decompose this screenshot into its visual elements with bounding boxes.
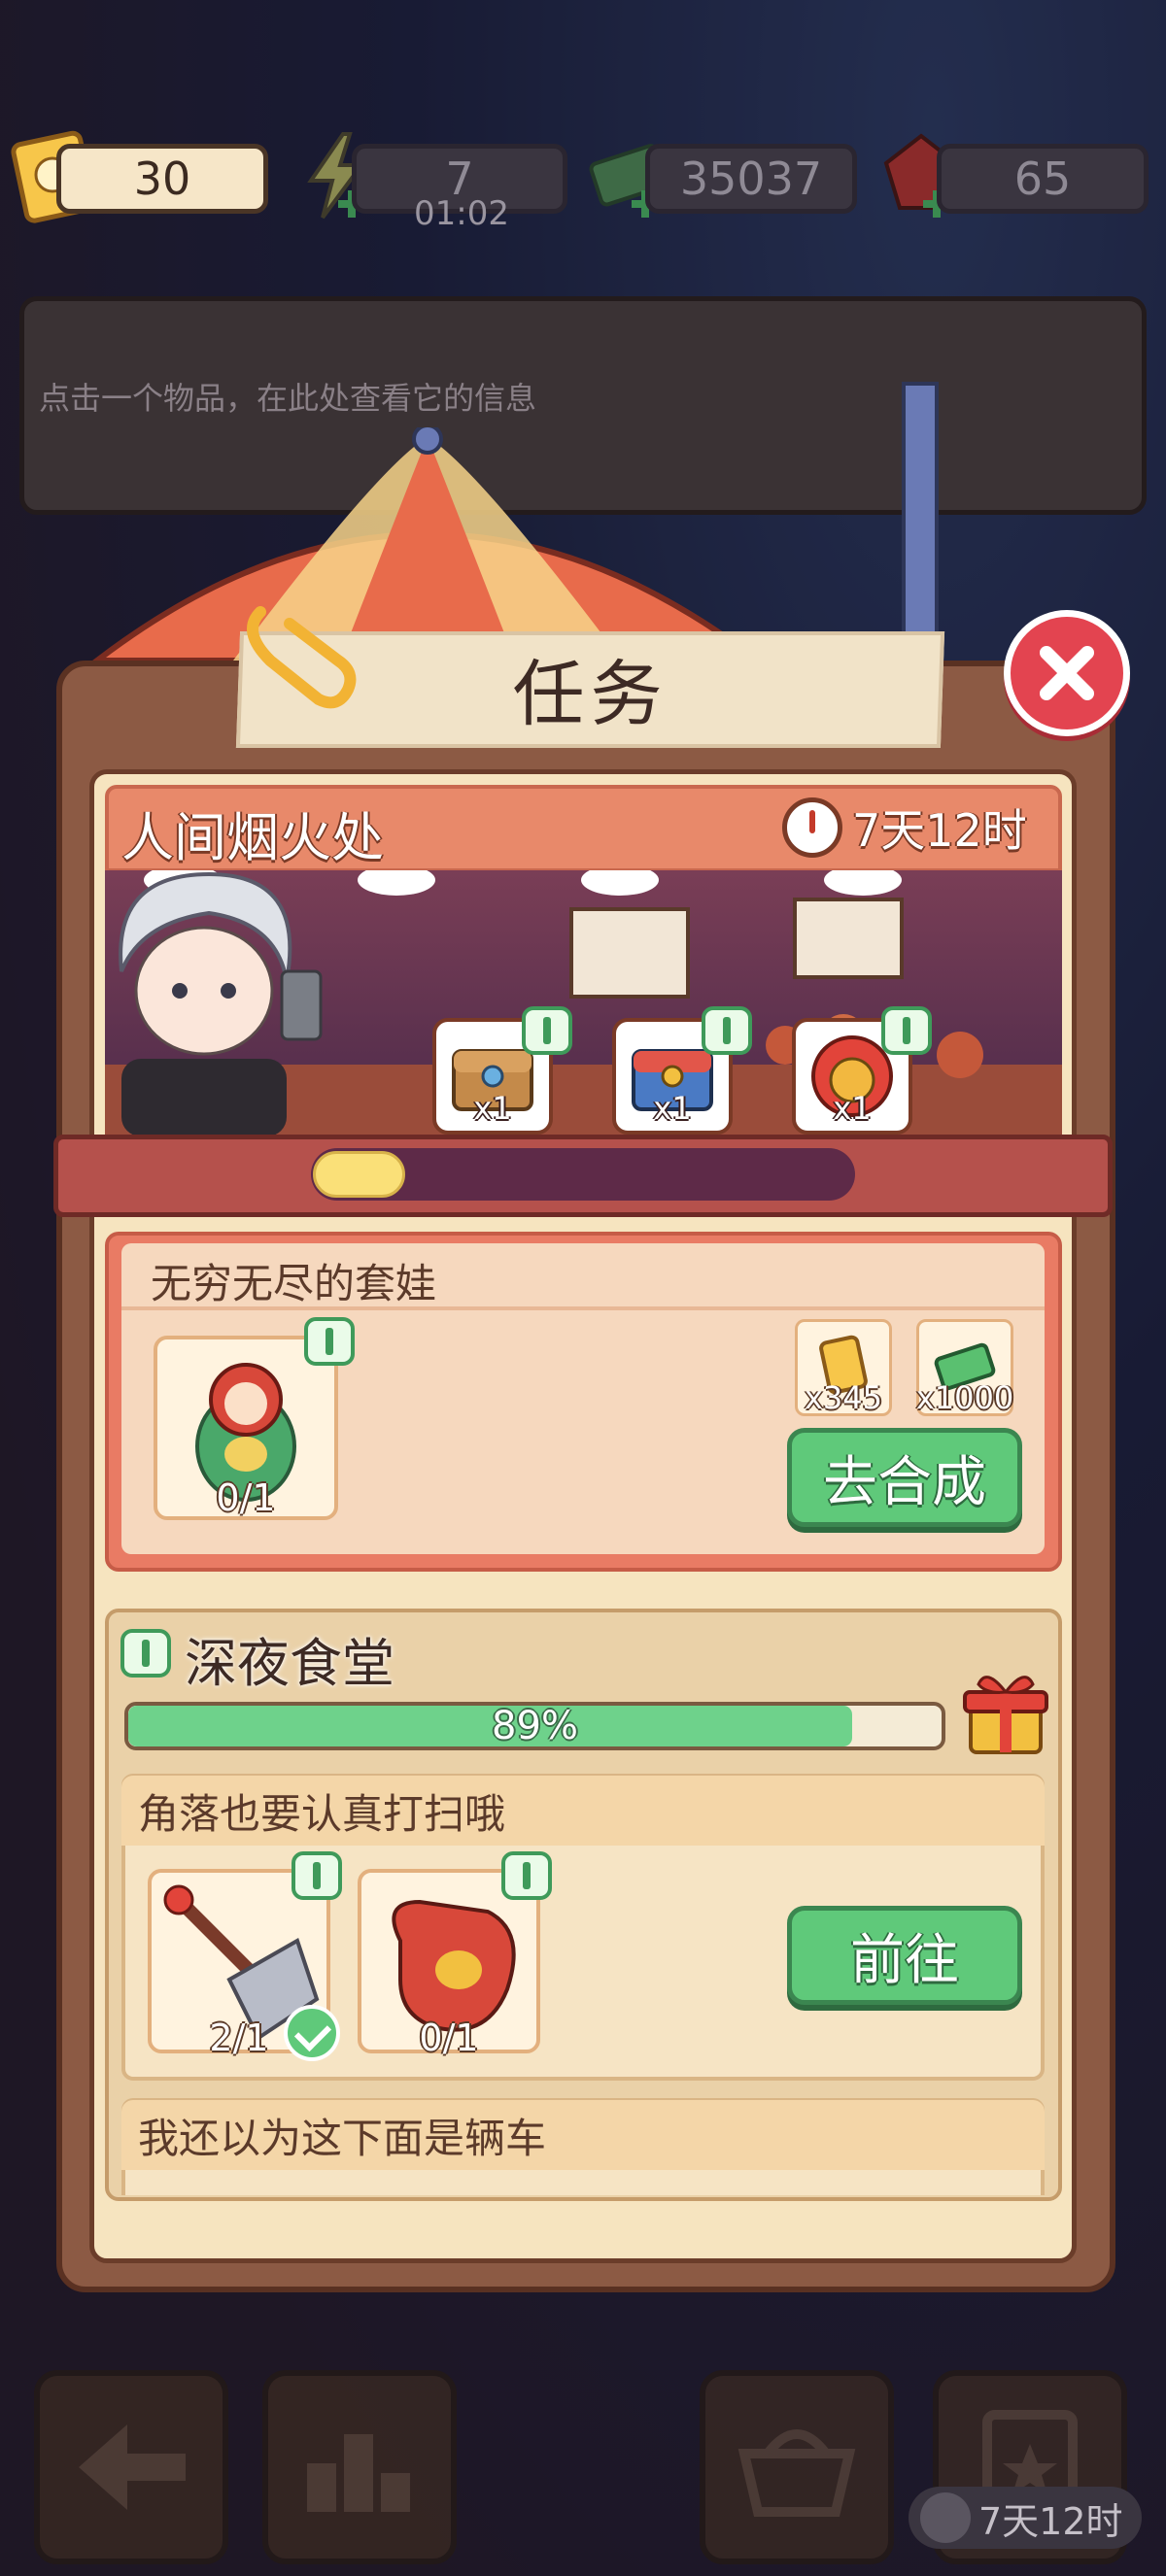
subtask-title: 我还以为这下面是辆车	[138, 2115, 547, 2162]
back-button[interactable]	[34, 2370, 228, 2564]
chef-hat-icon	[920, 2492, 971, 2543]
gems-counter: 65	[937, 144, 1149, 214]
ranking-icon	[307, 2434, 410, 2512]
utility-pole-decoration	[902, 382, 939, 665]
task-item-count: 0/1	[216, 1476, 276, 1519]
item-info-text: 点击一个物品，在此处查看它的信息	[39, 380, 537, 417]
close-button[interactable]	[1004, 610, 1130, 736]
cash-counter: 35037	[645, 144, 857, 214]
craft-button[interactable]: 去合成	[787, 1428, 1022, 1527]
tickets-counter: 30	[56, 144, 268, 214]
subtask-title: 角落也要认真打扫哦	[138, 1790, 506, 1838]
event-progress-fill	[313, 1151, 405, 1198]
task-title: 无穷无尽的套娃	[151, 1260, 437, 1307]
bottom-event-timer: 7天12时	[909, 2487, 1142, 2549]
info-icon[interactable]	[522, 1006, 572, 1055]
energy-timer: 01:02	[414, 194, 509, 233]
task-item-count: 0/1	[419, 2017, 479, 2059]
chef-character-image	[119, 871, 323, 1136]
event-reward-1-qty: x1	[473, 1090, 512, 1127]
tickets-value: 30	[133, 153, 191, 205]
info-icon[interactable]	[120, 1629, 171, 1678]
bottom-timer-text: 7天12时	[978, 2499, 1123, 2543]
event-reward-3-qty: x1	[833, 1090, 872, 1127]
check-icon	[284, 2005, 340, 2061]
info-icon[interactable]	[501, 1851, 552, 1900]
info-icon[interactable]	[292, 1851, 342, 1900]
basket-icon	[737, 2429, 856, 2517]
back-arrow-icon	[79, 2424, 186, 2510]
cash-value: 35037	[679, 153, 823, 205]
info-icon[interactable]	[702, 1006, 752, 1055]
clock-icon	[782, 797, 842, 858]
close-icon	[1040, 646, 1094, 700]
gift-box-icon[interactable]	[957, 1663, 1054, 1760]
gems-value: 65	[1013, 153, 1072, 205]
event-timer: 7天12时	[782, 795, 1045, 861]
chapter-progress-label: 89%	[492, 1704, 578, 1748]
ranking-button[interactable]	[262, 2370, 457, 2564]
info-icon[interactable]	[304, 1317, 355, 1366]
shop-button[interactable]	[700, 2370, 894, 2564]
chapter-title: 深夜食堂	[185, 1633, 394, 1694]
event-time-left: 7天12时	[852, 804, 1027, 857]
task-reward-cash-qty: x1000	[915, 1379, 1014, 1416]
info-icon[interactable]	[881, 1006, 932, 1055]
go-button[interactable]: 前往	[787, 1906, 1022, 2005]
event-reward-2-qty: x1	[653, 1090, 692, 1127]
task-reward-ticket-qty: x345	[804, 1379, 882, 1416]
paperclip-icon	[247, 606, 357, 709]
